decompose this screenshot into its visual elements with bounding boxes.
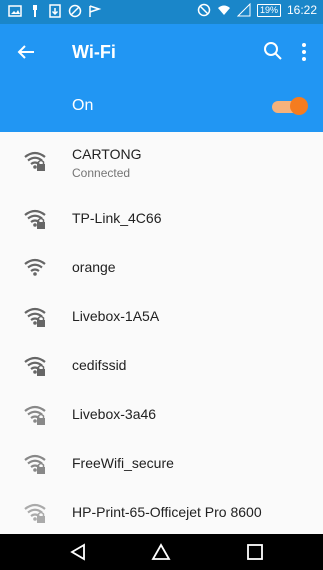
network-row[interactable]: cedifssid — [0, 341, 323, 390]
flag-icon — [89, 5, 102, 17]
network-ssid: HP-Print-65-Officejet Pro 8600 — [72, 504, 262, 520]
network-ssid: orange — [72, 259, 116, 275]
network-row[interactable]: FreeWifi_secure — [0, 439, 323, 488]
network-row[interactable]: orange — [0, 243, 323, 292]
network-row[interactable]: Livebox-3a46 — [0, 390, 323, 439]
network-ssid: cedifssid — [72, 357, 127, 373]
wifi-lock-icon — [24, 151, 46, 171]
blocked-icon — [68, 4, 82, 18]
battery-indicator: 19% — [256, 3, 281, 17]
network-ssid: Livebox-3a46 — [72, 406, 157, 422]
triangle-back-icon[interactable] — [68, 542, 88, 562]
more-vert-icon[interactable] — [296, 40, 312, 64]
page-title: Wi-Fi — [72, 42, 116, 62]
image-icon — [8, 5, 22, 17]
network-ssid: TP-Link_4C66 — [72, 210, 162, 226]
navigation-bar — [0, 534, 323, 570]
network-status: Connected — [72, 166, 131, 180]
search-icon[interactable] — [262, 40, 284, 62]
wifi-lock-icon — [24, 209, 46, 229]
status-right: 19% 16:22 — [197, 3, 317, 17]
clock: 16:22 — [286, 3, 317, 17]
status-left — [8, 4, 102, 18]
wifi-toggle-switch[interactable] — [268, 97, 308, 115]
wifi-lock-icon — [24, 405, 46, 425]
network-ssid: Livebox-1A5A — [72, 308, 160, 324]
do-not-disturb-icon — [197, 3, 211, 17]
wifi-toggle-row[interactable]: On — [0, 80, 323, 132]
wifi-icon — [24, 258, 46, 276]
toggle-thumb — [290, 97, 308, 115]
arrow-left-icon[interactable] — [14, 40, 38, 64]
network-row[interactable]: TP-Link_4C66 — [0, 194, 323, 243]
network-ssid: FreeWifi_secure — [72, 455, 174, 471]
wifi-toggle-label: On — [72, 97, 94, 114]
wifi-lock-icon — [24, 307, 46, 327]
wifi-lock-icon — [24, 454, 46, 474]
network-row[interactable]: CARTONG Connected — [0, 132, 323, 194]
download-icon — [49, 4, 61, 18]
network-row[interactable]: Livebox-1A5A — [0, 292, 323, 341]
wifi-status-icon — [217, 5, 230, 15]
network-row[interactable]: HP-Print-65-Officejet Pro 8600 — [0, 488, 323, 537]
wifi-lock-icon — [24, 503, 46, 523]
signal-icon — [236, 3, 251, 17]
network-list: CARTONG Connected TP-Link_4C66orange Livebo… — [0, 132, 323, 537]
home-icon[interactable] — [151, 542, 171, 562]
network-ssid: CARTONG — [72, 146, 142, 162]
status-bar: 19% 16:22 — [0, 0, 323, 24]
usb-icon — [33, 5, 37, 17]
recents-icon[interactable] — [245, 542, 265, 562]
app-bar: Wi-Fi — [0, 24, 323, 80]
wifi-lock-icon — [24, 356, 46, 376]
